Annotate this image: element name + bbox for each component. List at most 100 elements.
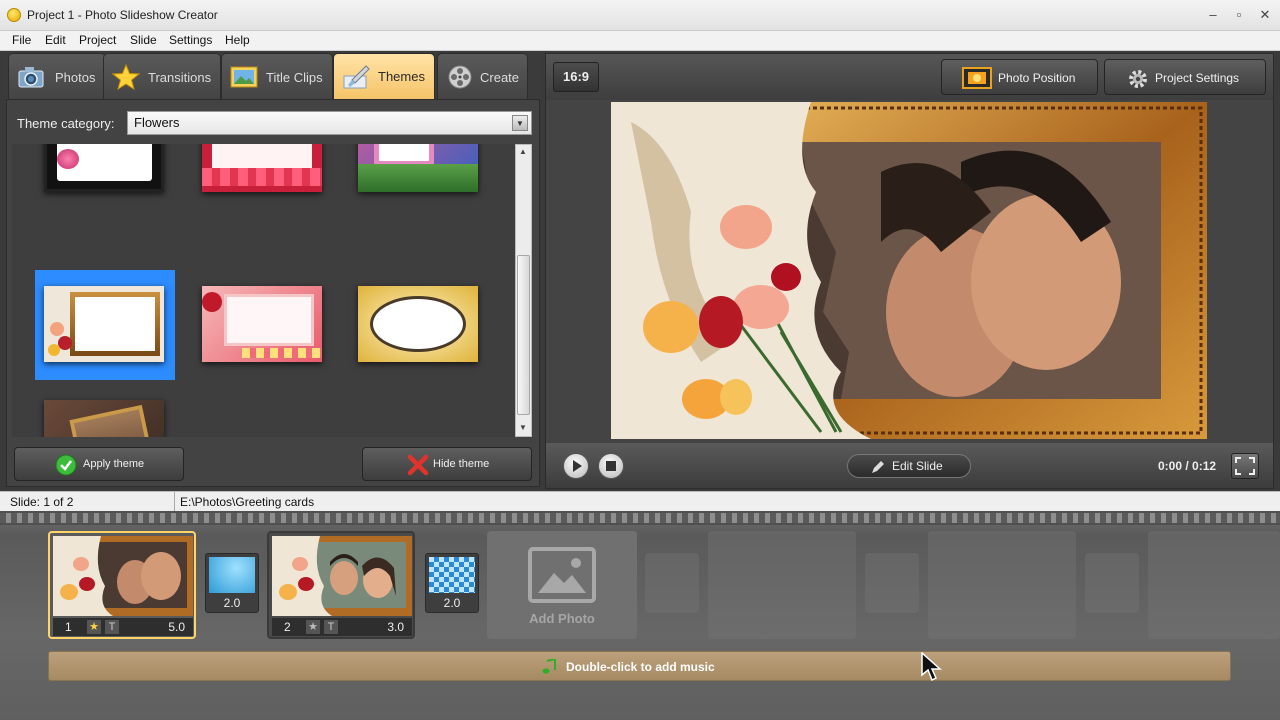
play-icon bbox=[573, 460, 582, 472]
empty-slide-slot bbox=[708, 531, 856, 639]
menu-project[interactable]: Project bbox=[79, 33, 116, 47]
aspect-ratio-button[interactable]: 16:9 bbox=[553, 62, 599, 92]
themes-panel: Theme category: Flowers ▼ ▲ ▼ Apply them… bbox=[6, 99, 540, 487]
preview-panel: 16:9 Photo Position Project Settings Edi… bbox=[545, 53, 1274, 489]
time-readout: 0:00 / 0:12 bbox=[1158, 459, 1217, 473]
timeline-slide-2[interactable]: 2 ★ T 3.0 bbox=[267, 531, 415, 639]
slide-duration: 5.0 bbox=[168, 620, 185, 634]
menu-slide[interactable]: Slide bbox=[130, 33, 157, 47]
theme-thumbnail[interactable] bbox=[44, 144, 164, 192]
photo-position-icon bbox=[962, 67, 992, 89]
tab-themes-label: Themes bbox=[378, 69, 425, 84]
tab-photos-label: Photos bbox=[55, 70, 96, 85]
stop-button[interactable] bbox=[598, 453, 624, 479]
edit-slide-button[interactable]: Edit Slide bbox=[847, 454, 971, 478]
tab-title-clips[interactable]: Title Clips bbox=[221, 53, 333, 99]
menu-help[interactable]: Help bbox=[225, 33, 250, 47]
preview-toolbar: 16:9 Photo Position Project Settings bbox=[546, 54, 1273, 100]
theme-thumbnail[interactable] bbox=[358, 286, 478, 362]
tab-create-label: Create bbox=[480, 70, 520, 85]
apply-theme-button[interactable]: Apply theme bbox=[14, 447, 184, 481]
fullscreen-button[interactable] bbox=[1231, 453, 1259, 479]
theme-category-label: Theme category: bbox=[17, 116, 115, 131]
slide-number: 2 bbox=[284, 620, 291, 634]
slide-timeline: 1 ★ T 5.0 2.0 2 ★ T 3.0 2.0 Add Photo Do… bbox=[0, 511, 1280, 720]
scrollbar-thumb[interactable] bbox=[517, 255, 530, 415]
star-icon[interactable]: ★ bbox=[306, 620, 320, 634]
timeline-slide-1[interactable]: 1 ★ T 5.0 bbox=[48, 531, 196, 639]
theme-grid-scrollbar[interactable]: ▲ ▼ bbox=[515, 144, 532, 437]
empty-transition-slot bbox=[865, 553, 919, 613]
empty-transition-slot bbox=[1085, 553, 1139, 613]
theme-thumbnail[interactable] bbox=[202, 144, 322, 192]
text-icon[interactable]: T bbox=[105, 620, 119, 634]
picture-icon bbox=[230, 66, 258, 88]
theme-thumbnail[interactable] bbox=[202, 286, 322, 362]
tab-themes[interactable]: Themes bbox=[333, 53, 435, 99]
menu-settings[interactable]: Settings bbox=[169, 33, 212, 47]
tab-photos[interactable]: Photos bbox=[8, 53, 106, 99]
checkmark-icon bbox=[55, 454, 77, 476]
text-icon[interactable]: T bbox=[324, 620, 338, 634]
window-title: Project 1 - Photo Slideshow Creator bbox=[27, 8, 218, 22]
project-settings-button[interactable]: Project Settings bbox=[1104, 59, 1266, 95]
slide-thumbnail-image bbox=[53, 536, 193, 616]
status-bar: Slide: 1 of 2 E:\Photos\Greeting cards bbox=[0, 491, 1280, 512]
slide-preview bbox=[611, 102, 1207, 439]
scroll-down-icon[interactable]: ▼ bbox=[519, 423, 527, 432]
app-icon bbox=[7, 8, 21, 22]
transition-thumbnail bbox=[209, 557, 255, 593]
chevron-down-icon[interactable]: ▼ bbox=[512, 115, 528, 131]
transition-duration: 2.0 bbox=[223, 596, 241, 610]
slide-thumbnail bbox=[53, 536, 193, 616]
timeline-transition-2[interactable]: 2.0 bbox=[425, 553, 479, 613]
close-button[interactable]: ✕ bbox=[1252, 6, 1278, 24]
hide-theme-button[interactable]: Hide theme bbox=[362, 447, 532, 481]
pencil-icon bbox=[872, 461, 884, 473]
brush-icon bbox=[343, 65, 370, 89]
scroll-up-icon[interactable]: ▲ bbox=[519, 147, 527, 156]
transition-duration: 2.0 bbox=[443, 596, 461, 610]
add-photo-button[interactable]: Add Photo bbox=[487, 531, 637, 639]
minimize-button[interactable]: – bbox=[1200, 6, 1226, 24]
photo-position-label: Photo Position bbox=[998, 71, 1076, 85]
x-icon bbox=[407, 454, 429, 476]
playback-bar: Edit Slide 0:00 / 0:12 bbox=[546, 443, 1273, 488]
music-track-label: Double-click to add music bbox=[566, 660, 715, 674]
music-note-icon bbox=[542, 659, 556, 674]
fullscreen-icon bbox=[1235, 457, 1255, 475]
menu-bar: File Edit Project Slide Settings Help bbox=[0, 31, 1280, 51]
hide-theme-label: Hide theme bbox=[433, 458, 490, 470]
edit-slide-label: Edit Slide bbox=[892, 459, 943, 473]
star-icon[interactable]: ★ bbox=[87, 620, 101, 634]
play-button[interactable] bbox=[563, 453, 589, 479]
transition-thumbnail bbox=[429, 557, 475, 593]
film-reel-icon bbox=[448, 65, 472, 89]
left-panel: Photos Transitions Title Clips Themes Cr… bbox=[6, 53, 540, 487]
add-photo-label: Add Photo bbox=[529, 611, 595, 626]
theme-category-select[interactable]: Flowers ▼ bbox=[127, 111, 532, 135]
empty-slide-slot bbox=[928, 531, 1076, 639]
theme-thumbnail[interactable] bbox=[44, 400, 164, 437]
tab-create[interactable]: Create bbox=[437, 53, 528, 99]
title-bar: Project 1 - Photo Slideshow Creator – ▫ … bbox=[0, 0, 1280, 31]
photo-position-button[interactable]: Photo Position bbox=[941, 59, 1098, 95]
tab-transitions[interactable]: Transitions bbox=[103, 53, 221, 99]
menu-edit[interactable]: Edit bbox=[45, 33, 66, 47]
star-icon bbox=[112, 64, 140, 90]
tab-title-clips-label: Title Clips bbox=[266, 70, 323, 85]
theme-thumbnail[interactable] bbox=[358, 144, 478, 192]
theme-grid bbox=[12, 144, 515, 437]
tab-transitions-label: Transitions bbox=[148, 70, 212, 85]
film-perforation bbox=[0, 511, 1280, 525]
slide-thumbnail-image bbox=[272, 536, 412, 616]
slide-thumbnail bbox=[272, 536, 412, 616]
current-path: E:\Photos\Greeting cards bbox=[180, 495, 315, 509]
slide-number: 1 bbox=[65, 620, 72, 634]
music-track[interactable]: Double-click to add music bbox=[48, 651, 1231, 681]
timeline-transition-1[interactable]: 2.0 bbox=[205, 553, 259, 613]
maximize-button[interactable]: ▫ bbox=[1226, 6, 1252, 24]
menu-file[interactable]: File bbox=[12, 33, 31, 47]
slide-duration: 3.0 bbox=[387, 620, 404, 634]
theme-thumbnail-selected[interactable] bbox=[44, 286, 164, 362]
